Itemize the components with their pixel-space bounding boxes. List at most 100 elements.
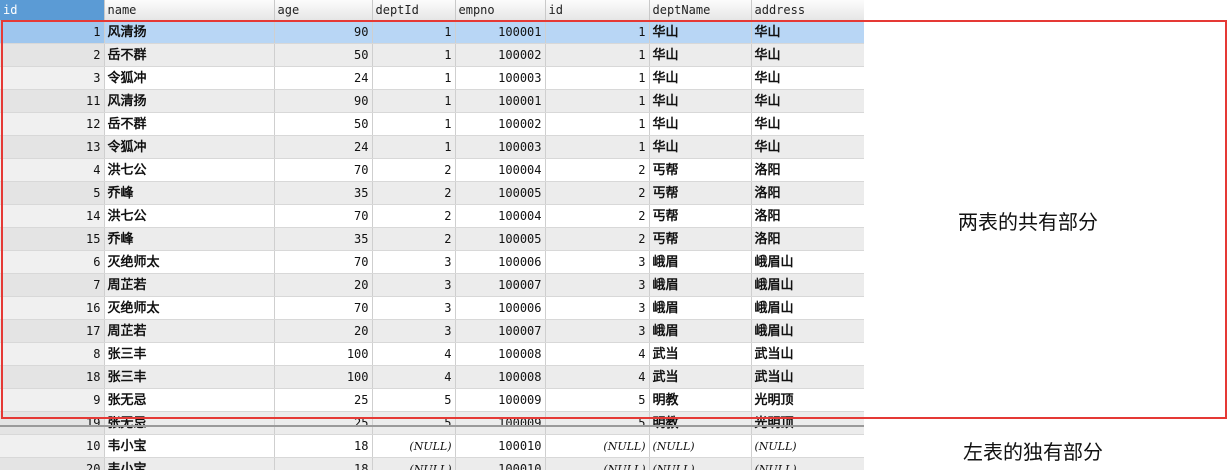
cell-address[interactable]: 武当山 <box>751 342 864 366</box>
table-row[interactable]: 5 乔峰 35 2 100005 2 丐帮 洛阳 <box>0 181 864 205</box>
cell-id[interactable]: 2 <box>0 43 105 67</box>
cell-dept-id[interactable]: 2 <box>545 227 650 251</box>
cell-deptid[interactable]: 3 <box>372 296 456 320</box>
cell-deptid[interactable]: 4 <box>372 365 456 389</box>
cell-age[interactable]: 20 <box>274 319 373 343</box>
table-row[interactable]: 16 灭绝师太 70 3 100006 3 峨眉 峨眉山 <box>0 296 864 320</box>
column-header-empno[interactable]: empno <box>455 0 546 21</box>
cell-empno[interactable]: 100008 <box>455 342 546 366</box>
cell-name[interactable]: 洪七公 <box>104 158 275 182</box>
table-row[interactable]: 20 韦小宝 18 (NULL) 100010 (NULL) (NULL) (NULL) <box>0 457 864 470</box>
cell-empno[interactable]: 100006 <box>455 296 546 320</box>
cell-deptid[interactable]: 1 <box>372 135 456 159</box>
cell-empno[interactable]: 100008 <box>455 365 546 389</box>
cell-deptname[interactable]: 华山 <box>649 20 752 44</box>
cell-dept-id[interactable]: 5 <box>545 411 650 435</box>
cell-empno[interactable]: 100010 <box>455 457 546 470</box>
cell-dept-id[interactable]: 1 <box>545 20 650 44</box>
cell-address[interactable]: 峨眉山 <box>751 273 864 297</box>
table-row[interactable]: 9 张无忌 25 5 100009 5 明教 光明顶 <box>0 388 864 412</box>
table-row[interactable]: 3 令狐冲 24 1 100003 1 华山 华山 <box>0 66 864 90</box>
cell-address[interactable]: 华山 <box>751 135 864 159</box>
cell-age[interactable]: 70 <box>274 250 373 274</box>
cell-deptid[interactable]: (NULL) <box>372 457 456 470</box>
cell-name[interactable]: 灭绝师太 <box>104 250 275 274</box>
cell-name[interactable]: 风清扬 <box>104 20 275 44</box>
cell-deptid[interactable]: 3 <box>372 319 456 343</box>
cell-name[interactable]: 灭绝师太 <box>104 296 275 320</box>
cell-empno[interactable]: 100003 <box>455 135 546 159</box>
cell-deptid[interactable]: 2 <box>372 158 456 182</box>
cell-deptid[interactable]: 4 <box>372 342 456 366</box>
cell-age[interactable]: 20 <box>274 273 373 297</box>
cell-deptname[interactable]: 武当 <box>649 342 752 366</box>
cell-id[interactable]: 19 <box>0 411 105 435</box>
cell-address[interactable]: 华山 <box>751 66 864 90</box>
cell-age[interactable]: 100 <box>274 342 373 366</box>
cell-address[interactable]: 华山 <box>751 20 864 44</box>
cell-age[interactable]: 90 <box>274 89 373 113</box>
cell-empno[interactable]: 100007 <box>455 273 546 297</box>
cell-id[interactable]: 9 <box>0 388 105 412</box>
cell-deptid[interactable]: 2 <box>372 227 456 251</box>
cell-dept-id[interactable]: 3 <box>545 273 650 297</box>
cell-address[interactable]: 峨眉山 <box>751 250 864 274</box>
cell-deptname[interactable]: (NULL) <box>649 434 752 458</box>
cell-deptname[interactable]: 武当 <box>649 365 752 389</box>
table-row[interactable]: 13 令狐冲 24 1 100003 1 华山 华山 <box>0 135 864 159</box>
cell-name[interactable]: 乔峰 <box>104 227 275 251</box>
cell-dept-id[interactable]: 2 <box>545 204 650 228</box>
cell-age[interactable]: 18 <box>274 457 373 470</box>
cell-deptname[interactable]: (NULL) <box>649 457 752 470</box>
column-header-address[interactable]: address <box>751 0 864 21</box>
cell-address[interactable]: 洛阳 <box>751 181 864 205</box>
table-row[interactable]: 18 张三丰 100 4 100008 4 武当 武当山 <box>0 365 864 389</box>
cell-age[interactable]: 50 <box>274 112 373 136</box>
cell-dept-id[interactable]: 5 <box>545 388 650 412</box>
column-header-dept-id[interactable]: id <box>545 0 650 21</box>
cell-address[interactable]: 洛阳 <box>751 227 864 251</box>
column-header-age[interactable]: age <box>274 0 373 21</box>
table-row[interactable]: 10 韦小宝 18 (NULL) 100010 (NULL) (NULL) (NULL) <box>0 434 864 458</box>
cell-dept-id[interactable]: 4 <box>545 342 650 366</box>
table-row[interactable]: 2 岳不群 50 1 100002 1 华山 华山 <box>0 43 864 67</box>
cell-id[interactable]: 16 <box>0 296 105 320</box>
table-row[interactable]: 17 周芷若 20 3 100007 3 峨眉 峨眉山 <box>0 319 864 343</box>
cell-deptid[interactable]: 1 <box>372 20 456 44</box>
cell-empno[interactable]: 100004 <box>455 204 546 228</box>
cell-dept-id[interactable]: 3 <box>545 296 650 320</box>
cell-dept-id[interactable]: 1 <box>545 89 650 113</box>
cell-age[interactable]: 35 <box>274 227 373 251</box>
cell-deptid[interactable]: 5 <box>372 388 456 412</box>
cell-id[interactable]: 20 <box>0 457 105 470</box>
column-header-deptname[interactable]: deptName <box>649 0 752 21</box>
cell-dept-id[interactable]: (NULL) <box>545 434 650 458</box>
cell-dept-id[interactable]: 1 <box>545 135 650 159</box>
table-row[interactable]: 7 周芷若 20 3 100007 3 峨眉 峨眉山 <box>0 273 864 297</box>
cell-deptname[interactable]: 丐帮 <box>649 181 752 205</box>
table-row[interactable]: 15 乔峰 35 2 100005 2 丐帮 洛阳 <box>0 227 864 251</box>
cell-name[interactable]: 张三丰 <box>104 365 275 389</box>
cell-deptname[interactable]: 华山 <box>649 112 752 136</box>
cell-address[interactable]: 武当山 <box>751 365 864 389</box>
cell-id[interactable]: 13 <box>0 135 105 159</box>
cell-empno[interactable]: 100002 <box>455 43 546 67</box>
cell-deptid[interactable]: 1 <box>372 43 456 67</box>
cell-address[interactable]: 洛阳 <box>751 204 864 228</box>
cell-id[interactable]: 11 <box>0 89 105 113</box>
cell-empno[interactable]: 100005 <box>455 181 546 205</box>
cell-name[interactable]: 韦小宝 <box>104 434 275 458</box>
cell-id[interactable]: 17 <box>0 319 105 343</box>
cell-deptname[interactable]: 峨眉 <box>649 250 752 274</box>
cell-deptid[interactable]: 1 <box>372 112 456 136</box>
cell-id[interactable]: 1 <box>0 20 105 44</box>
cell-address[interactable]: 华山 <box>751 43 864 67</box>
cell-dept-id[interactable]: 1 <box>545 112 650 136</box>
cell-empno[interactable]: 100005 <box>455 227 546 251</box>
cell-deptname[interactable]: 华山 <box>649 43 752 67</box>
cell-empno[interactable]: 100003 <box>455 66 546 90</box>
cell-dept-id[interactable]: 3 <box>545 319 650 343</box>
cell-deptid[interactable]: 1 <box>372 89 456 113</box>
cell-deptid[interactable]: 2 <box>372 204 456 228</box>
cell-dept-id[interactable]: 1 <box>545 66 650 90</box>
